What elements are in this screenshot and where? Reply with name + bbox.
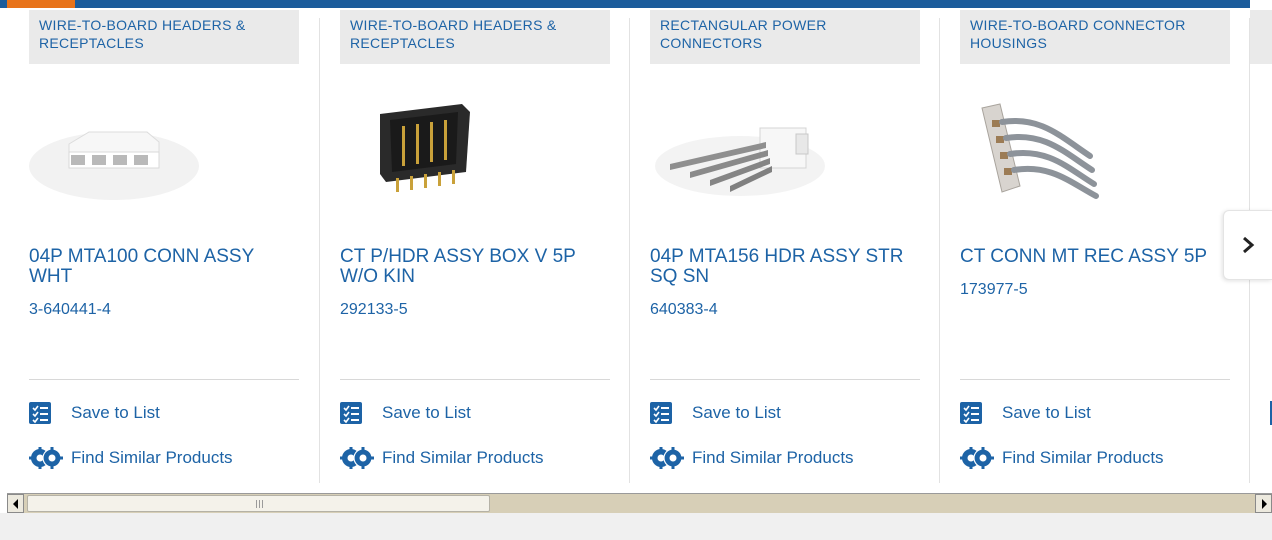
product-carousel: WIRE-TO-BOARD HEADERS & RECEPTACLES 04P …: [0, 0, 1272, 486]
product-card: WIRE-TO-BOARD HEADERS & RECEPTACLES CT P…: [340, 10, 610, 486]
part-number[interactable]: 640383-4: [650, 301, 718, 319]
similar-label: Find Similar Products: [382, 448, 544, 467]
save-to-list-button[interactable]: Save to List: [650, 401, 781, 425]
divider: [960, 379, 1230, 380]
product-image[interactable]: [650, 86, 850, 206]
part-number[interactable]: 173977-5: [960, 281, 1028, 299]
save-to-list-button[interactable]: Save to List: [960, 401, 1091, 425]
page-footer-area: [0, 513, 1272, 540]
product-title[interactable]: CT P/HDR ASSY BOX V 5P W/O KIN: [340, 247, 610, 287]
gears-icon: [650, 447, 684, 469]
find-similar-button[interactable]: Find Similar Products: [29, 446, 233, 470]
scroll-right-button[interactable]: [1255, 494, 1272, 513]
part-number[interactable]: 292133-5: [340, 301, 408, 319]
find-similar-button[interactable]: Find Similar Products: [340, 446, 544, 470]
divider: [340, 379, 610, 380]
checklist-icon: [29, 402, 51, 424]
similar-label: Find Similar Products: [692, 448, 854, 467]
product-title[interactable]: 04P MTA100 CONN ASSY WHT: [29, 247, 299, 287]
card-divider: [319, 18, 320, 483]
category-link[interactable]: WIRE-TO-BOARD HEADERS & RECEPTACLES: [340, 10, 610, 64]
gears-icon: [960, 447, 994, 469]
divider: [29, 379, 299, 380]
product-image[interactable]: [960, 86, 1160, 206]
checklist-icon: [340, 402, 362, 424]
product-card: WIRE-TO-BOARD HEADERS & RECEPTACLES 04P …: [29, 10, 299, 486]
category-link[interactable]: RECTANGULAR POWER CONNECTORS: [650, 10, 920, 64]
product-image[interactable]: [340, 86, 540, 206]
category-link[interactable]: WIRE-TO-BOARD CONNECTOR HOUSINGS: [960, 10, 1230, 64]
find-similar-button[interactable]: Find Similar Products: [960, 446, 1164, 470]
save-label: Save to List: [382, 403, 471, 422]
arrow-right-icon: [1261, 498, 1267, 509]
find-similar-button[interactable]: Find Similar Products: [650, 446, 854, 470]
save-label: Save to List: [71, 403, 160, 422]
gears-icon: [340, 447, 374, 469]
product-card: RECTANGULAR POWER CONNECTORS 04P MTA156 …: [650, 10, 920, 486]
checklist-icon: [960, 402, 982, 424]
chevron-right-icon: [1243, 236, 1255, 254]
category-link[interactable]: WIRE-TO-BOARD HEADERS & RECEPTACLES: [29, 10, 299, 64]
scroll-left-button[interactable]: [7, 494, 24, 513]
thumb-grip: [256, 500, 263, 508]
save-label: Save to List: [1002, 403, 1091, 422]
product-title[interactable]: CT CONN MT REC ASSY 5P: [960, 247, 1230, 267]
similar-label: Find Similar Products: [71, 448, 233, 467]
save-label: Save to List: [692, 403, 781, 422]
save-to-list-button[interactable]: Save to List: [340, 401, 471, 425]
similar-label: Find Similar Products: [1002, 448, 1164, 467]
card-divider: [939, 18, 940, 483]
part-number[interactable]: 3-640441-4: [29, 301, 111, 319]
scrollbar-thumb[interactable]: [27, 495, 490, 512]
checklist-icon: [650, 402, 672, 424]
carousel-next-button[interactable]: [1223, 210, 1272, 280]
arrow-left-icon: [12, 498, 18, 509]
product-title[interactable]: 04P MTA156 HDR ASSY STR SQ SN: [650, 247, 920, 287]
gears-icon: [29, 447, 63, 469]
peek-category-strip: [1250, 10, 1272, 64]
product-card: WIRE-TO-BOARD CONNECTOR HOUSINGS CT CONN…: [960, 10, 1230, 486]
card-divider: [629, 18, 630, 483]
save-to-list-button[interactable]: Save to List: [29, 401, 160, 425]
product-image[interactable]: [29, 86, 229, 206]
horizontal-scrollbar[interactable]: [7, 493, 1272, 513]
divider: [650, 379, 920, 380]
